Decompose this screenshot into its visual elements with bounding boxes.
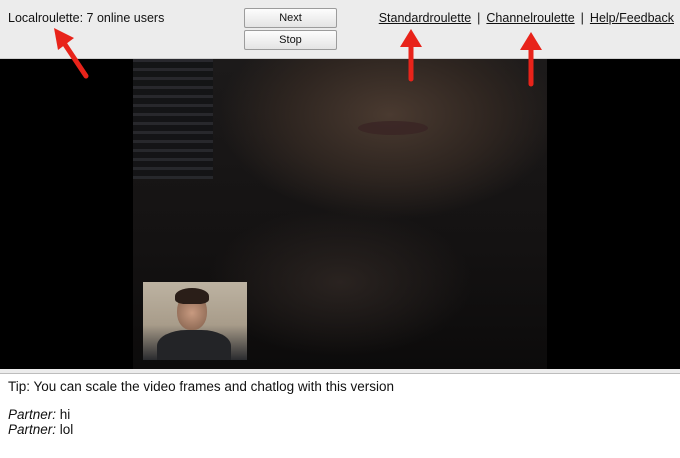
chat-log[interactable]: Tip: You can scale the video frames and …: [0, 373, 680, 458]
chat-sender: Partner:: [8, 422, 57, 437]
mode-links: Standardroulette | Channelroulette | Help/Fe…: [379, 11, 674, 25]
stop-button[interactable]: Stop: [244, 30, 337, 50]
top-toolbar: Localroulette: 7 online users Next Stop …: [0, 0, 680, 59]
partner-video-background: [133, 59, 213, 179]
self-body: [157, 330, 231, 360]
chat-message: Partner: hi: [8, 407, 672, 422]
link-separator: |: [580, 11, 584, 25]
standardroulette-link[interactable]: Standardroulette: [379, 11, 471, 25]
chat-message: Partner: lol: [8, 422, 672, 437]
video-area: [0, 59, 680, 369]
link-separator: |: [477, 11, 481, 25]
chat-text: hi: [59, 407, 71, 422]
help-feedback-link[interactable]: Help/Feedback: [590, 11, 674, 25]
channelroulette-link[interactable]: Channelroulette: [486, 11, 574, 25]
self-hair: [175, 288, 209, 304]
self-video-preview: [143, 282, 247, 360]
online-users-status: Localroulette: 7 online users: [8, 11, 165, 25]
chat-text: lol: [59, 422, 74, 437]
chat-tip: Tip: You can scale the video frames and …: [8, 379, 394, 394]
chat-sender: Partner:: [8, 407, 57, 422]
next-button[interactable]: Next: [244, 8, 337, 28]
partner-face: [358, 121, 428, 135]
